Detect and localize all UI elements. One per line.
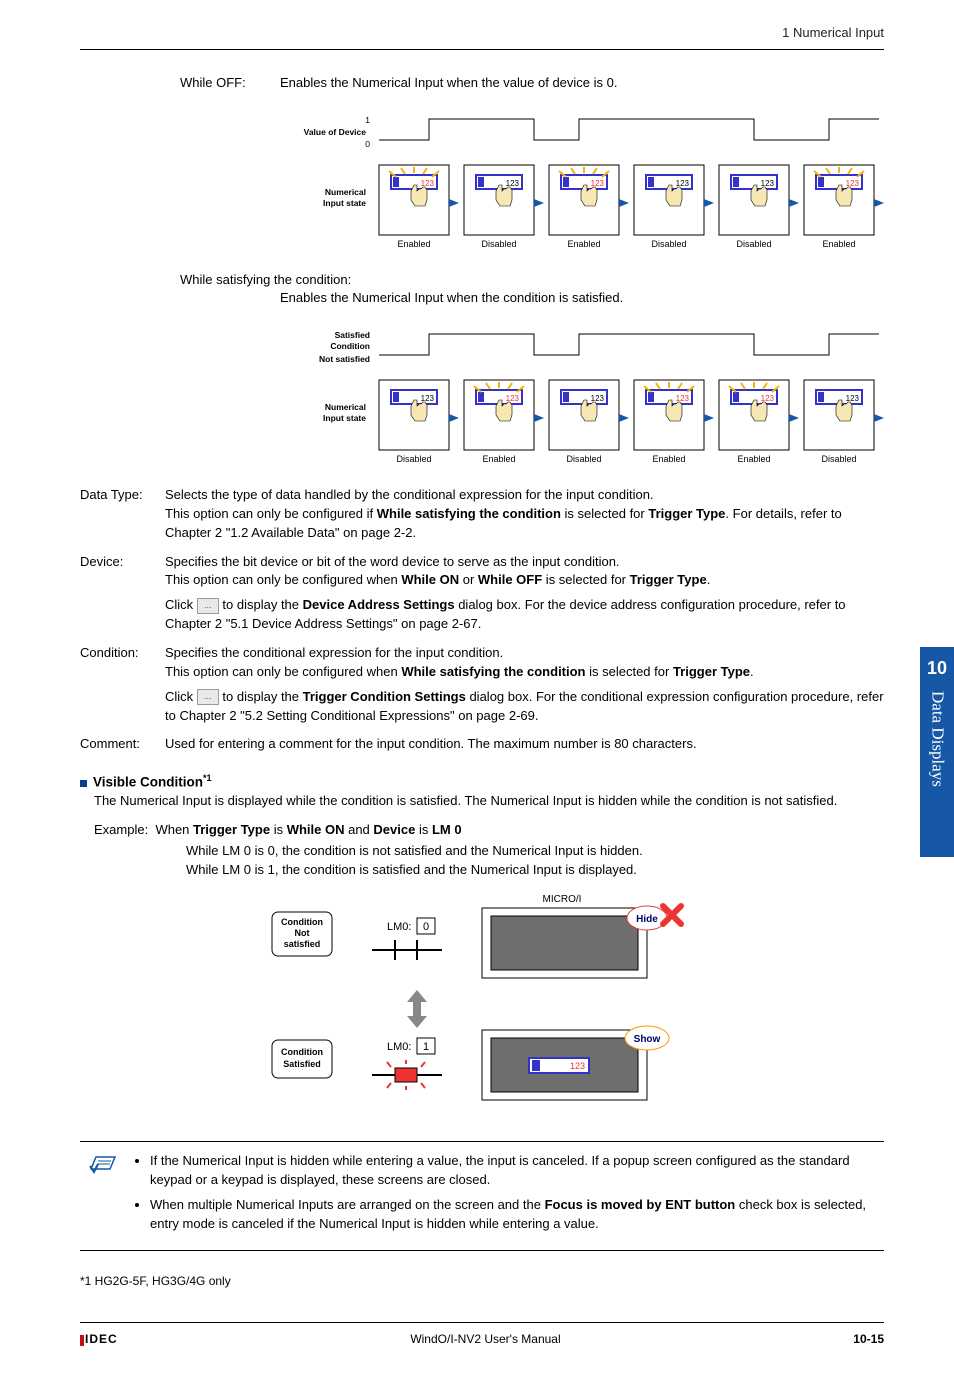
visible-desc: The Numerical Input is displayed while t… — [94, 792, 884, 811]
svg-text:Not: Not — [295, 928, 310, 938]
chapter-title: Data Displays — [925, 681, 950, 787]
footer-page: 10-15 — [853, 1331, 884, 1348]
chapter-side-tab: 10 Data Displays — [920, 647, 954, 857]
chapter-number: 10 — [920, 647, 954, 681]
svg-text:Enabled: Enabled — [567, 239, 600, 249]
svg-text:Condition: Condition — [281, 917, 323, 927]
svg-text:LM0:: LM0: — [387, 1041, 411, 1053]
section-visible-condition: Visible Condition*1 — [80, 772, 884, 792]
chart1-yhi: 1 — [365, 115, 370, 125]
note-item-2: When multiple Numerical Inputs are arran… — [150, 1196, 876, 1234]
svg-text:Disabled: Disabled — [651, 239, 686, 249]
svg-text:Numerical: Numerical — [325, 402, 366, 412]
svg-text:123: 123 — [761, 394, 775, 403]
ellipsis-button-icon: ... — [197, 689, 219, 705]
note-icon — [88, 1152, 118, 1239]
def-comment: Used for entering a comment for the inpu… — [165, 735, 884, 754]
svg-text:123: 123 — [421, 179, 435, 188]
whilecond-desc: Enables the Numerical Input when the con… — [280, 289, 884, 308]
chart1-ylo: 0 — [365, 139, 370, 149]
svg-text:123: 123 — [570, 1061, 585, 1071]
timing-chart-while-cond: Satisfied Not satisfied Condition Numeri… — [80, 320, 884, 476]
whileoff-desc: Enables the Numerical Input when the val… — [280, 74, 884, 93]
def-data-type: Selects the type of data handled by the … — [165, 486, 884, 543]
svg-text:LM0:: LM0: — [387, 921, 411, 933]
def-device: Specifies the bit device or bit of the w… — [165, 553, 884, 634]
svg-text:Enabled: Enabled — [822, 239, 855, 249]
visible-example: Example: When Trigger Type is While ON a… — [94, 821, 884, 880]
svg-text:0: 0 — [423, 921, 429, 933]
def-condition: Specifies the conditional expression for… — [165, 644, 884, 725]
whileoff-label: While OFF: — [180, 74, 280, 93]
svg-text:MICRO/I: MICRO/I — [543, 894, 582, 905]
svg-text:Enabled: Enabled — [737, 454, 770, 464]
svg-text:123: 123 — [676, 394, 690, 403]
footer-rule — [80, 1322, 884, 1323]
visible-diagram: MICRO/I Condition Not satisfied LM0: 0 H… — [80, 890, 884, 1116]
svg-text:123: 123 — [506, 179, 520, 188]
svg-text:Input state: Input state — [323, 413, 366, 423]
svg-text:Enabled: Enabled — [482, 454, 515, 464]
chart1-toplabel: Value of Device — [304, 127, 367, 137]
note-item-1: If the Numerical Input is hidden while e… — [150, 1152, 876, 1190]
header-rule — [80, 49, 884, 50]
svg-text:123: 123 — [421, 394, 435, 403]
svg-text:Hide: Hide — [636, 914, 658, 925]
idec-logo: IDEC — [80, 1331, 118, 1348]
ellipsis-button-icon: ... — [197, 598, 219, 614]
note-box: If the Numerical Input is hidden while e… — [80, 1141, 884, 1250]
svg-text:123: 123 — [761, 179, 775, 188]
svg-text:Condition: Condition — [281, 1047, 323, 1057]
svg-text:123: 123 — [506, 394, 520, 403]
svg-text:Show: Show — [634, 1034, 661, 1045]
footnote: *1 HG2G-5F, HG3G/4G only — [80, 1273, 884, 1290]
svg-text:satisfied: satisfied — [284, 939, 321, 949]
svg-text:Disabled: Disabled — [481, 239, 516, 249]
term-comment: Comment: — [80, 735, 165, 754]
chart1-botlabel-2: Input state — [323, 198, 366, 208]
term-condition: Condition: — [80, 644, 165, 663]
svg-text:Disabled: Disabled — [821, 454, 856, 464]
svg-text:Satisfied: Satisfied — [283, 1059, 321, 1069]
svg-text:Enabled: Enabled — [397, 239, 430, 249]
svg-text:Disabled: Disabled — [396, 454, 431, 464]
svg-text:Disabled: Disabled — [566, 454, 601, 464]
chart2-lo: Not satisfied — [319, 354, 370, 364]
chart2-hi: Satisfied — [335, 330, 370, 340]
svg-text:Enabled: Enabled — [652, 454, 685, 464]
svg-text:Disabled: Disabled — [736, 239, 771, 249]
svg-text:123: 123 — [591, 179, 605, 188]
svg-text:1: 1 — [423, 1041, 429, 1053]
term-data-type: Data Type: — [80, 486, 165, 505]
svg-text:123: 123 — [676, 179, 690, 188]
svg-text:123: 123 — [846, 394, 860, 403]
chart2-toplabel: Condition — [330, 341, 370, 351]
chart1-botlabel-1: Numerical — [325, 187, 366, 197]
header-section: 1 Numerical Input — [80, 24, 884, 49]
bullet-square-icon — [80, 780, 87, 787]
svg-text:123: 123 — [846, 179, 860, 188]
svg-text:123: 123 — [591, 394, 605, 403]
footer-title: WindO/I-NV2 User's Manual — [410, 1331, 560, 1348]
timing-chart-while-off: 1 0 Value of Device Numerical Input stat… — [80, 105, 884, 261]
footer: IDEC WindO/I-NV2 User's Manual 10-15 — [80, 1331, 884, 1348]
term-device: Device: — [80, 553, 165, 572]
whilecond-label: While satisfying the condition: — [180, 271, 884, 290]
